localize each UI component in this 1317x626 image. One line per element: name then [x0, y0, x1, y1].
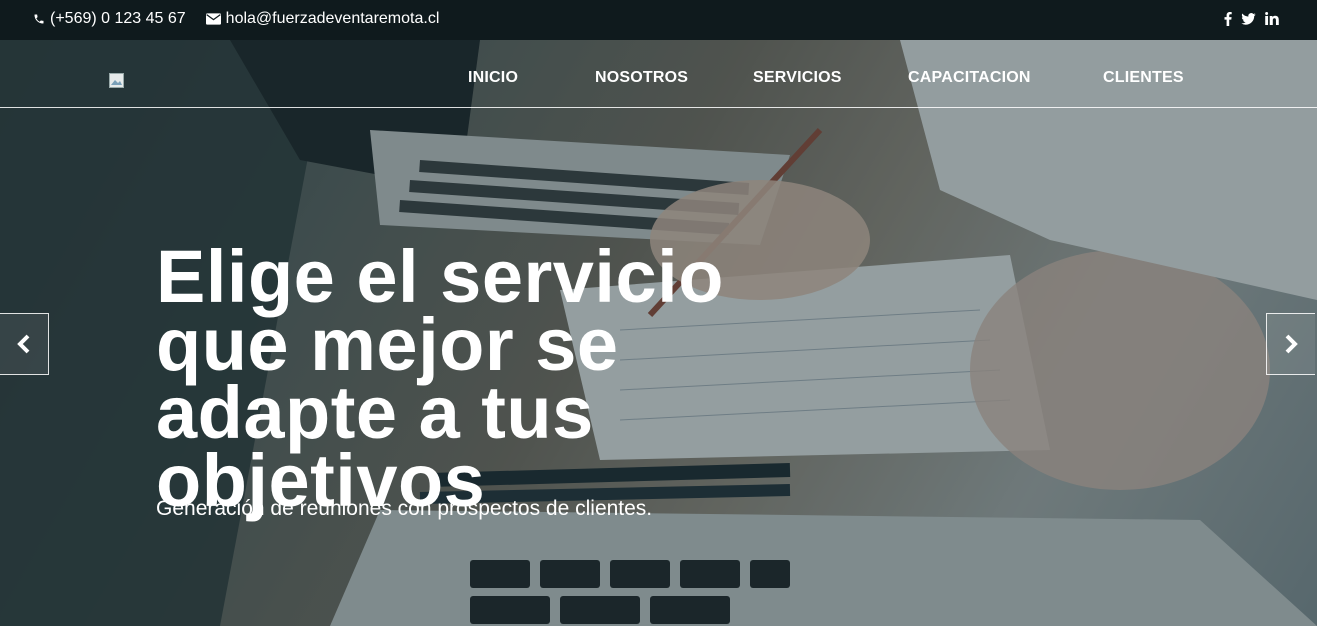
nav-item-nosotros[interactable]: NOSOTROS: [595, 69, 688, 87]
social-links: [1224, 10, 1279, 28]
facebook-icon[interactable]: [1224, 10, 1232, 28]
chevron-right-icon: [1285, 334, 1298, 354]
hero-headline: Elige el servicio que mejor se adapte a …: [156, 235, 724, 522]
chevron-left-icon: [17, 334, 30, 354]
logo-broken-image-icon[interactable]: [109, 73, 124, 88]
carousel-next-button[interactable]: [1266, 313, 1315, 375]
contact-info: (+569) 0 123 45 67 hola@fuerzadeventarem…: [33, 10, 439, 28]
phone-contact[interactable]: (+569) 0 123 45 67: [33, 10, 186, 28]
top-contact-bar: (+569) 0 123 45 67 hola@fuerzadeventarem…: [0, 0, 1317, 40]
twitter-icon[interactable]: [1241, 10, 1256, 28]
main-navbar: INICIO NOSOTROS SERVICIOS CAPACITACION C…: [0, 40, 1317, 108]
phone-icon: [34, 14, 44, 24]
email-contact[interactable]: hola@fuerzadeventaremota.cl: [205, 10, 440, 28]
nav-item-clientes[interactable]: CLIENTES: [1103, 69, 1184, 87]
linkedin-icon[interactable]: [1265, 10, 1279, 28]
nav-item-inicio[interactable]: INICIO: [468, 69, 518, 87]
carousel-prev-button[interactable]: [0, 313, 49, 375]
email-address: hola@fuerzadeventaremota.cl: [225, 10, 440, 27]
hero-carousel: INICIO NOSOTROS SERVICIOS CAPACITACION C…: [0, 40, 1317, 626]
nav-item-capacitacion[interactable]: CAPACITACION: [908, 69, 1031, 87]
nav-item-servicios[interactable]: SERVICIOS: [753, 69, 842, 87]
hero-subtitle: Generación de reuniones con prospectos d…: [156, 497, 653, 520]
phone-number: (+569) 0 123 45 67: [50, 10, 186, 27]
envelope-icon: [205, 13, 221, 25]
